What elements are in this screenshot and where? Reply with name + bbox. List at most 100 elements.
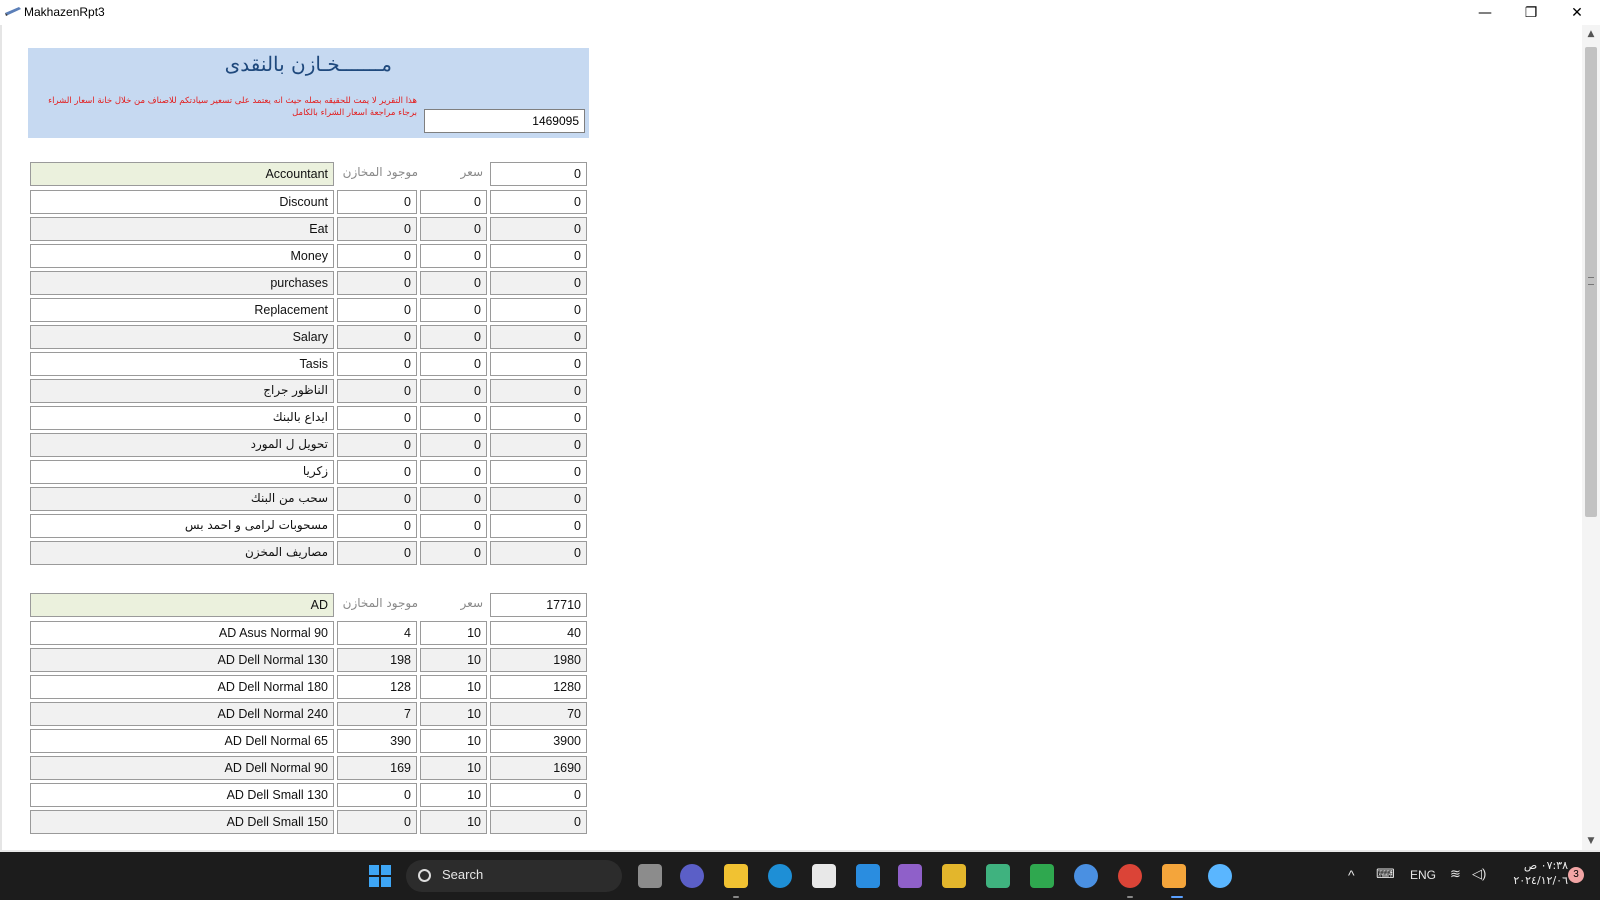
chrome-alt-icon[interactable] [1074,864,1098,888]
table-row: AD Dell Normal 65 390 10 3900 [30,729,587,753]
item-qty: 0 [337,325,417,349]
item-price: 0 [420,460,487,484]
report-header: مـــــــخـازن بالنقدى هذا التقرير لا يمت… [28,48,589,138]
item-qty: 0 [337,406,417,430]
item-total: 0 [490,379,587,403]
task-view-icon[interactable] [638,864,662,888]
item-price: 0 [420,487,487,511]
item-total: 0 [490,514,587,538]
clock-time: ٠٧:٣٨ ص [1523,859,1568,872]
item-qty: 0 [337,783,417,807]
item-price: 0 [420,298,487,322]
item-total: 0 [490,298,587,322]
item-price: 0 [420,352,487,376]
item-price: 10 [420,702,487,726]
chevron-up-icon[interactable]: ^ [1348,867,1355,883]
item-name: سحب من البنك [30,487,334,511]
item-price: 10 [420,810,487,834]
clock-date: ٢٠٢٤/١٢/٠٦ [1513,874,1568,887]
volume-icon[interactable]: ◁) [1472,866,1486,882]
table-row: AD Dell Small 130 0 10 0 [30,783,587,807]
item-total: 0 [490,244,587,268]
item-price: 0 [420,325,487,349]
chrome-icon[interactable] [1118,864,1142,888]
window-title: MakhazenRpt3 [24,5,105,19]
table-row: مصاريف المخزن 0 0 0 [30,541,587,565]
report-view[interactable]: مـــــــخـازن بالنقدى هذا التقرير لا يمت… [0,25,1582,850]
item-name: مسحوبات لرامى و احمد بس [30,514,334,538]
visual-studio-icon[interactable] [898,864,922,888]
item-qty: 390 [337,729,417,753]
table-row: purchases 0 0 0 [30,271,587,295]
item-price: 10 [420,675,487,699]
group-total: 0 [490,162,587,186]
app-icon-yellow[interactable] [942,864,966,888]
table-row: تحويل ل المورد 0 0 0 [30,433,587,457]
edge-browser-icon[interactable] [768,864,792,888]
maximize-button[interactable]: ❐ [1508,0,1554,25]
item-qty: 0 [337,298,417,322]
group-header: AD موجود المخازن سعر 17710 [30,593,587,617]
table-row: Replacement 0 0 0 [30,298,587,322]
vscode-icon[interactable] [856,864,880,888]
minimize-icon: — [1478,4,1492,21]
item-price: 10 [420,729,487,753]
item-price: 0 [420,190,487,214]
search-label: Search [442,867,484,882]
close-button[interactable]: ✕ [1554,0,1600,25]
active-indicator [1171,896,1183,898]
price-column-label: سعر [460,596,483,610]
store-icon[interactable] [812,864,836,888]
search-icon [418,869,431,882]
scroll-thumb[interactable] [1585,47,1597,517]
item-price: 10 [420,783,487,807]
scroll-up-button[interactable]: ▲ [1582,25,1600,43]
item-price: 10 [420,621,487,645]
report-title: مـــــــخـازن بالنقدى [224,52,392,76]
app-icon-chat[interactable] [1030,864,1054,888]
item-name: Salary [30,325,334,349]
table-row: AD Dell Normal 130 198 10 1980 [30,648,587,672]
item-total: 0 [490,460,587,484]
table-row: AD Dell Normal 180 128 10 1280 [30,675,587,699]
file-explorer-icon[interactable] [724,864,748,888]
item-price: 0 [420,514,487,538]
language-indicator[interactable]: ENG [1410,868,1436,882]
grip-icon [1588,277,1594,285]
item-price: 0 [420,541,487,565]
group-name: Accountant [30,162,334,186]
system-clock[interactable]: ٠٧:٣٨ ص ٢٠٢٤/١٢/٠٦ [1500,858,1568,888]
scroll-down-button[interactable]: ▼ [1582,832,1600,850]
taskbar-search[interactable]: Search [406,860,622,892]
item-name: تحويل ل المورد [30,433,334,457]
keyboard-icon[interactable]: ⌨ [1376,866,1395,882]
item-qty: 0 [337,810,417,834]
item-qty: 0 [337,217,417,241]
access-report-icon[interactable] [1162,864,1186,888]
item-price: 0 [420,433,487,457]
item-name: الناظور جراج [30,379,334,403]
item-price: 0 [420,217,487,241]
item-qty: 0 [337,487,417,511]
item-total: 0 [490,325,587,349]
item-name: AD Asus Normal 90 [30,621,334,645]
vertical-scrollbar[interactable]: ▲ ▼ [1582,25,1600,850]
item-total: 0 [490,541,587,565]
minimize-button[interactable]: — [1462,0,1508,25]
close-icon: ✕ [1571,4,1583,21]
table-row: زكريا 0 0 0 [30,460,587,484]
item-qty: 0 [337,352,417,376]
wifi-icon[interactable]: ≋ [1450,866,1461,882]
item-qty: 0 [337,244,417,268]
notification-badge[interactable]: 3 [1568,867,1584,883]
item-name: ايداع بالبنك [30,406,334,430]
group-name: AD [30,593,334,617]
windows-start-icon[interactable] [369,865,391,887]
app-icon-green[interactable] [986,864,1010,888]
item-price: 10 [420,756,487,780]
item-qty: 7 [337,702,417,726]
app-icon-blue[interactable] [1208,864,1232,888]
meet-chat-icon[interactable] [680,864,704,888]
item-name: Discount [30,190,334,214]
table-row: Salary 0 0 0 [30,325,587,349]
